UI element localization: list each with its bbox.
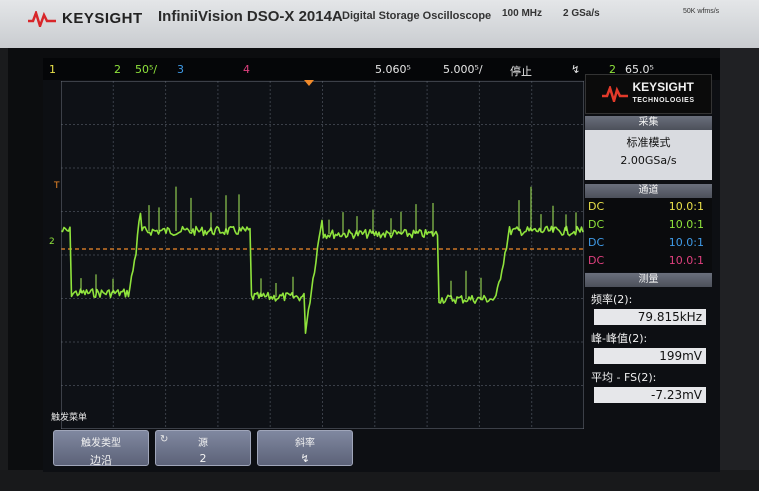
sample-rate-spec: 2 GSa/s [563,8,600,19]
brand: KEYSIGHT [28,10,143,27]
bezel-bottom [0,470,759,491]
graticule [61,81,584,429]
channel-probe: 10.0:1 [668,200,704,213]
measure-value-frequency: 79.815kHz [594,309,706,325]
panel-logo: KEYSIGHT TECHNOLOGIES [585,74,712,114]
softkey-trigger-type[interactable]: 触发类型 边沿 [53,430,149,467]
channel-coupling: DC [588,236,605,249]
run-state: 停止 [510,65,532,78]
channel-3-indicator[interactable]: 3 [177,63,184,76]
trigger-slope-icon: ↯ [571,63,581,76]
channel-row-1: DC 10.0:1 [585,198,712,216]
timebase-scale: 5.000⁵/ [443,63,483,76]
keysight-logo-icon [602,86,629,102]
softkey-label: 源 [198,438,208,449]
channel-2-indicator[interactable]: 2 [114,63,121,76]
acquire-mode: 标准模式 [626,136,671,149]
info-panel: KEYSIGHT TECHNOLOGIES 采集 标准模式 2.00GSa/s … [585,74,712,434]
bezel-left [0,48,8,491]
bezel-right [720,48,759,491]
measure-value-peak-to-peak: 199mV [594,348,706,364]
channel-coupling: DC [588,254,605,267]
softkey-value: 边沿 [90,454,112,467]
channel-4-indicator[interactable]: 4 [243,63,250,76]
rotate-knob-icon: ↻ [160,434,169,445]
channels-section: DC 10.0:1 DC 10.0:1 DC 10.0:1 DC 10.0:1 [585,198,712,272]
softkey-label: 触发类型 [81,438,121,449]
waveform-rate-spec: 50K wfms/s [683,8,720,15]
keysight-logo-icon [28,10,56,27]
channel-2-scale: 50⁵/ [135,63,158,76]
oscilloscope-bezel: KEYSIGHT InfiniiVision DSO-X 2014A Digit… [0,0,759,48]
measure-label-frequency: 频率(2): [591,293,633,306]
horizontal-delay: 5.060⁵ [375,63,411,76]
waveform-display[interactable]: T 2 [49,80,584,429]
logo-line-1: KEYSIGHT [632,80,694,94]
softkey-value: ↯ [300,452,310,465]
softkey-label: 斜率 [295,438,315,449]
channel-row-3: DC 10.0:1 [585,234,712,252]
softkey-bar: 触发类型 边沿 ↻ 源 2 斜率 ↯ [53,430,353,470]
measure-section: 频率(2): 79.815kHz 峰-峰值(2): 199mV 平均 - FS(… [585,287,712,432]
channel-coupling: DC [588,200,605,213]
channel-row-2: DC 10.0:1 [585,216,712,234]
model-name: InfiniiVision DSO-X 2014A [158,8,343,25]
trigger-marker: T [54,181,60,191]
channel-1-indicator[interactable]: 1 [49,63,56,76]
softkey-slope[interactable]: 斜率 ↯ [257,430,353,466]
channel-probe: 10.0:1 [668,218,704,231]
softkey-value: 2 [199,452,207,465]
channel-coupling: DC [588,218,605,231]
measure-label-peak-to-peak: 峰-峰值(2): [591,332,648,345]
softkey-source[interactable]: ↻ 源 2 [155,430,251,466]
acquire-rate: 2.00GSa/s [620,154,677,167]
scope-screen: 1 2 50⁵/ 3 4 5.060⁵ 5.000⁵/ 停止 ↯ 2 65.0⁵… [43,58,720,472]
acquire-header: 采集 [585,116,712,130]
channel-2-ground-marker[interactable]: 2 [49,237,55,247]
measure-label-average: 平均 - FS(2): [591,371,657,384]
channel-probe: 10.0:1 [668,236,704,249]
channels-header: 通道 [585,184,712,198]
logo-line-2: TECHNOLOGIES [632,97,695,104]
acquire-section: 标准模式 2.00GSa/s [585,130,712,180]
model-subtitle: Digital Storage Oscilloscope [342,10,492,22]
bandwidth-spec: 100 MHz [502,8,543,19]
brand-name: KEYSIGHT [62,10,143,27]
trigger-position-marker[interactable] [304,80,314,86]
measure-header: 测量 [585,273,712,287]
channel-probe: 10.0:1 [668,254,704,267]
measure-value-average: -7.23mV [594,387,706,403]
channel-row-4: DC 10.0:1 [585,252,712,270]
